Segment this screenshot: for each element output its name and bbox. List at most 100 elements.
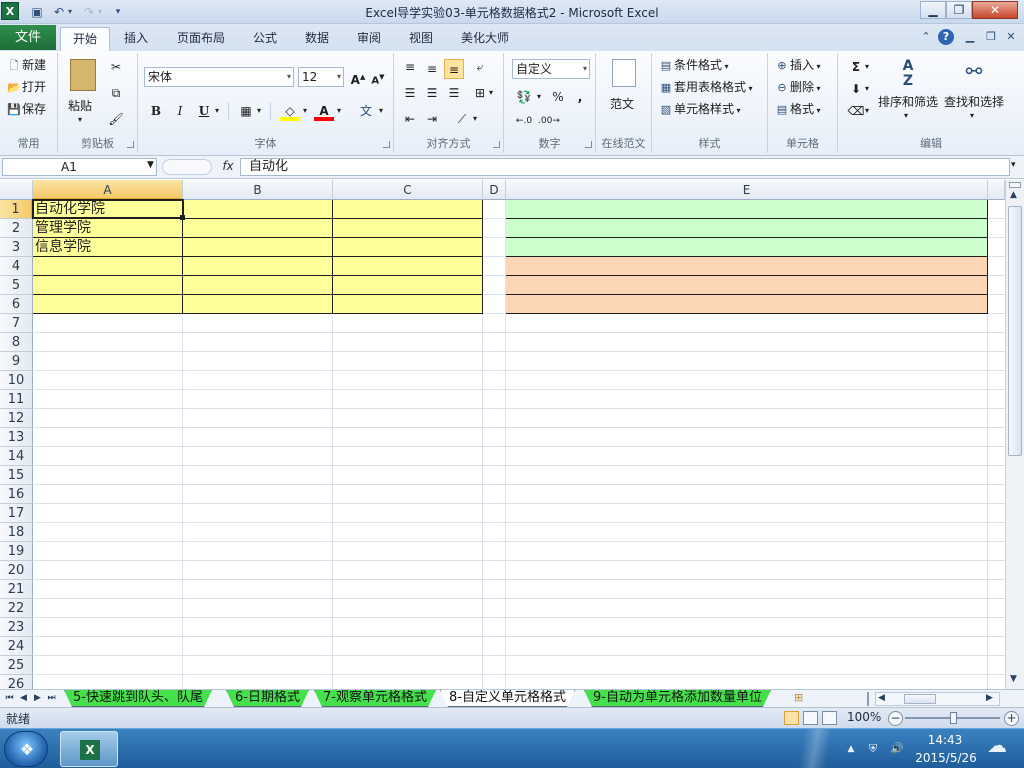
find-select-button[interactable]: ⚯ 查找和选择 ▾ bbox=[942, 57, 1006, 127]
row-header-25[interactable]: 25 bbox=[0, 656, 33, 675]
cell-a6[interactable] bbox=[33, 295, 183, 314]
cut-icon[interactable]: ✂ bbox=[106, 57, 126, 77]
insert-sheet-icon[interactable]: ⊞ bbox=[794, 691, 810, 705]
save-icon[interactable]: ▣ bbox=[28, 3, 46, 21]
row-header-1[interactable]: 1 bbox=[0, 200, 33, 219]
row-header-2[interactable]: 2 bbox=[0, 219, 33, 238]
align-top-icon[interactable]: ≡ bbox=[400, 57, 420, 77]
undo-dropdown-icon[interactable]: ▾ bbox=[66, 3, 74, 21]
tab-insert[interactable]: 插入 bbox=[112, 27, 160, 51]
font-color-icon[interactable]: A bbox=[314, 101, 334, 121]
paste-button[interactable]: 粘贴 ▾ bbox=[66, 57, 102, 129]
clipboard-dialog-launcher-icon[interactable] bbox=[127, 141, 134, 148]
tab-file[interactable]: 文件 bbox=[0, 25, 56, 50]
horizontal-scroll-thumb[interactable] bbox=[904, 694, 936, 704]
start-button[interactable]: ❖ bbox=[4, 731, 48, 767]
fill-dropdown-icon[interactable]: ▾ bbox=[862, 79, 872, 99]
column-header-a[interactable]: A bbox=[33, 180, 183, 200]
scroll-thumb[interactable] bbox=[1008, 206, 1022, 456]
weather-icon[interactable]: ☁ bbox=[984, 735, 1010, 761]
number-dialog-launcher-icon[interactable] bbox=[585, 141, 592, 148]
row-header-15[interactable]: 15 bbox=[0, 466, 33, 485]
workbook-restore-icon[interactable]: ❐ bbox=[983, 29, 999, 45]
tab-data[interactable]: 数据 bbox=[296, 27, 338, 51]
tab-page-layout[interactable]: 页面布局 bbox=[166, 27, 236, 51]
scroll-up-icon[interactable]: ▲ bbox=[1010, 190, 1017, 200]
row-header-23[interactable]: 23 bbox=[0, 618, 33, 637]
workbook-close-icon[interactable]: ✕ bbox=[1003, 29, 1019, 45]
cell-b4[interactable] bbox=[183, 257, 333, 276]
font-size-combo[interactable]: 12 ▾ bbox=[298, 67, 344, 87]
formula-bar-resize-handle[interactable] bbox=[162, 159, 212, 175]
currency-dropdown-icon[interactable]: ▾ bbox=[534, 87, 544, 107]
merge-dropdown-icon[interactable]: ▾ bbox=[486, 83, 496, 103]
customize-qat-icon[interactable]: ▾ bbox=[112, 3, 124, 21]
row-header-21[interactable]: 21 bbox=[0, 580, 33, 599]
comma-button[interactable]: , bbox=[570, 87, 590, 107]
autosum-dropdown-icon[interactable]: ▾ bbox=[862, 57, 872, 77]
increase-decimal-icon[interactable]: ←.0 bbox=[514, 111, 534, 131]
cell-e2[interactable] bbox=[506, 219, 988, 238]
redo-dropdown-icon[interactable]: ▾ bbox=[96, 3, 104, 21]
scroll-down-icon[interactable]: ▼ bbox=[1010, 674, 1017, 684]
sheet-tab[interactable]: 6-日期格式 bbox=[226, 690, 309, 707]
row-header-18[interactable]: 18 bbox=[0, 523, 33, 542]
help-icon[interactable]: ? bbox=[938, 29, 954, 45]
wrap-text-icon[interactable]: ⤶ bbox=[470, 57, 490, 77]
cell-a5[interactable] bbox=[33, 276, 183, 295]
decrease-indent-icon[interactable]: ⇤ bbox=[400, 109, 420, 129]
excel-app-icon[interactable]: X bbox=[1, 2, 19, 20]
alignment-dialog-launcher-icon[interactable] bbox=[493, 141, 500, 148]
bold-button[interactable]: B bbox=[146, 101, 166, 121]
next-sheet-icon[interactable]: ▶ bbox=[32, 691, 43, 705]
row-header-17[interactable]: 17 bbox=[0, 504, 33, 523]
minimize-button[interactable]: ▁ bbox=[920, 1, 946, 19]
font-color-dropdown-icon[interactable]: ▾ bbox=[334, 101, 344, 121]
row-header-9[interactable]: 9 bbox=[0, 352, 33, 371]
orientation-dropdown-icon[interactable]: ▾ bbox=[470, 109, 480, 129]
align-center-icon[interactable]: ☰ bbox=[422, 83, 442, 103]
zoom-slider-knob[interactable] bbox=[950, 712, 957, 724]
expand-formula-bar-icon[interactable]: ▾ bbox=[1011, 160, 1016, 170]
page-layout-view-icon[interactable] bbox=[803, 711, 818, 725]
row-header-6[interactable]: 6 bbox=[0, 295, 33, 314]
tab-formulas[interactable]: 公式 bbox=[244, 27, 286, 51]
insert-cells-button[interactable]: ⊕ 插入 ▾ bbox=[774, 55, 820, 75]
currency-icon[interactable]: 💱 bbox=[514, 87, 534, 107]
sheet-tab-active[interactable]: 8-自定义单元格格式 bbox=[440, 690, 575, 707]
font-name-combo[interactable]: 宋体 ▾ bbox=[144, 67, 294, 87]
template-button[interactable]: 范文 bbox=[608, 59, 640, 121]
cell-e5[interactable] bbox=[506, 276, 988, 295]
split-box-icon[interactable] bbox=[1009, 182, 1021, 188]
increase-indent-icon[interactable]: ⇥ bbox=[422, 109, 442, 129]
fill-handle[interactable] bbox=[180, 215, 185, 220]
close-button[interactable]: ✕ bbox=[972, 1, 1018, 19]
tab-home[interactable]: 开始 bbox=[60, 27, 110, 51]
sort-filter-button[interactable]: AZ 排序和筛选 ▾ bbox=[876, 57, 940, 127]
cell-b6[interactable] bbox=[183, 295, 333, 314]
cell-c6[interactable] bbox=[333, 295, 483, 314]
insert-function-button[interactable]: fx bbox=[218, 159, 238, 175]
zoom-level[interactable]: 100% bbox=[847, 710, 881, 724]
cell-b1[interactable] bbox=[183, 200, 333, 219]
save-file-button[interactable]: 💾保存 bbox=[6, 99, 46, 119]
cell-e3[interactable] bbox=[506, 238, 988, 257]
cell-c2[interactable] bbox=[333, 219, 483, 238]
row-header-24[interactable]: 24 bbox=[0, 637, 33, 656]
clear-dropdown-icon[interactable]: ▾ bbox=[862, 101, 872, 121]
zoom-out-icon[interactable]: − bbox=[888, 711, 903, 726]
sheet-tab[interactable]: 5-快速跳到队头、队尾 bbox=[64, 690, 212, 707]
format-painter-icon[interactable]: 🖌 bbox=[106, 109, 126, 129]
scroll-right-icon[interactable]: ▶ bbox=[986, 693, 993, 703]
align-left-icon[interactable]: ☰ bbox=[400, 83, 420, 103]
row-header-5[interactable]: 5 bbox=[0, 276, 33, 295]
sheet-tab[interactable]: 7-观察单元格格式 bbox=[314, 690, 436, 707]
tab-view[interactable]: 视图 bbox=[400, 27, 442, 51]
zoom-in-icon[interactable]: + bbox=[1004, 711, 1019, 726]
cell-c3[interactable] bbox=[333, 238, 483, 257]
page-break-view-icon[interactable] bbox=[822, 711, 837, 725]
sheet-tab[interactable]: 9-自动为单元格添加数量单位 bbox=[584, 690, 771, 707]
grow-font-icon[interactable]: A▲ bbox=[348, 67, 368, 87]
show-hidden-icons-icon[interactable]: ▲ bbox=[843, 741, 859, 757]
row-header-10[interactable]: 10 bbox=[0, 371, 33, 390]
